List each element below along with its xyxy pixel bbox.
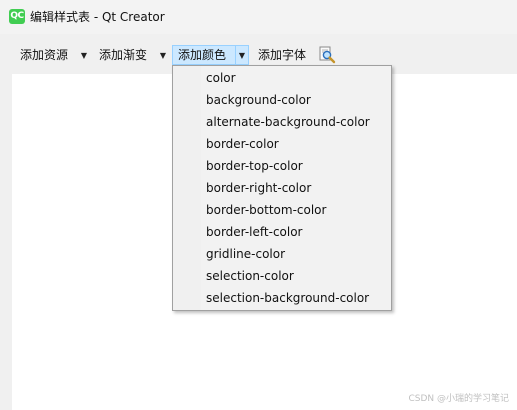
add-color-dropdown-icon[interactable]: ▼: [236, 46, 248, 65]
add-font-button[interactable]: 添加字体: [258, 46, 306, 65]
menu-item-border-left-color[interactable]: border-left-color: [174, 221, 390, 243]
menu-item-selection-background-color[interactable]: selection-background-color: [174, 287, 390, 309]
add-gradient-dropdown-icon[interactable]: ▼: [157, 46, 169, 65]
menu-item-alternate-background-color[interactable]: alternate-background-color: [174, 111, 390, 133]
window-title: 编辑样式表 - Qt Creator: [30, 10, 165, 24]
menu-item-selection-color[interactable]: selection-color: [174, 265, 390, 287]
menu-item-border-color[interactable]: border-color: [174, 133, 390, 155]
watermark: CSDN @小瑞的学习笔记: [408, 394, 509, 404]
magnifier-icon[interactable]: [318, 46, 336, 64]
menu-item-gridline-color[interactable]: gridline-color: [174, 243, 390, 265]
add-resource-dropdown-icon[interactable]: ▼: [78, 46, 90, 65]
style-sheet-editor-window: QC 编辑样式表 - Qt Creator 添加资源 ▼ 添加渐变 ▼ 添加颜色…: [0, 0, 517, 410]
menu-item-border-right-color[interactable]: border-right-color: [174, 177, 390, 199]
add-color-menu: color background-color alternate-backgro…: [172, 65, 392, 311]
add-gradient-button[interactable]: 添加渐变: [99, 46, 147, 65]
menu-item-color[interactable]: color: [174, 67, 390, 89]
title-bar: QC 编辑样式表 - Qt Creator: [0, 0, 517, 34]
menu-item-border-bottom-color[interactable]: border-bottom-color: [174, 199, 390, 221]
menu-item-background-color[interactable]: background-color: [174, 89, 390, 111]
add-color-button[interactable]: 添加颜色: [178, 46, 226, 65]
qt-creator-icon: QC: [9, 9, 25, 24]
menu-item-border-top-color[interactable]: border-top-color: [174, 155, 390, 177]
add-resource-button[interactable]: 添加资源: [20, 46, 68, 65]
